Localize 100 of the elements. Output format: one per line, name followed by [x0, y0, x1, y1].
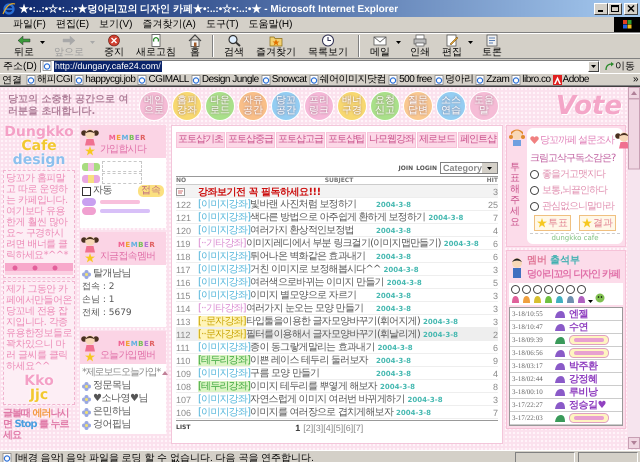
post-title[interactable]: [··기타강좌]이미지레디에서 부분 링크걸기(이미지맵만들기) [198, 237, 441, 250]
post-number: 113 [176, 316, 192, 326]
welcome-text: 당꼬의 소중한 공간으로 여러분을 초대합니다. [8, 94, 130, 118]
post-title[interactable]: [··문자강좌]필터를이용해서 글자모양바꾸기(휘날리게) [198, 328, 420, 341]
home-button[interactable]: 홈 [182, 34, 208, 58]
mood-radio[interactable] [544, 285, 553, 294]
stop-button[interactable]: 중지 [98, 34, 130, 58]
post-title[interactable]: [테두리강좌]이쁜 레이스 테두리 둘러보자 [198, 354, 373, 367]
flag-logo-icon [614, 17, 640, 32]
mood-radio[interactable] [533, 285, 542, 294]
post-title[interactable]: [이미지강좌]이미지 별모양으로 자르기 [198, 289, 373, 302]
maximize-icon [611, 5, 619, 12]
scroll-up-icon[interactable] [162, 371, 168, 375]
post-title[interactable]: [이미지강좌]이미지를 여러장으로 겹치게해보자 [198, 406, 393, 419]
favorite-link[interactable]: 덩아리 [434, 74, 474, 85]
post-title[interactable]: [이미지강좌]빛바랜 사진처럼 보정하기 [198, 198, 373, 211]
post-title[interactable]: [테두리강좌]이미지 테두리를 뿌옇게 해보자 [198, 380, 377, 393]
mood-radio[interactable] [577, 285, 586, 294]
hit-count: 3 [492, 316, 498, 326]
page-link[interactable]: [2] [303, 422, 314, 432]
post-title[interactable]: [이미지강좌]구름 모양 만들기 [198, 367, 373, 380]
radio-button[interactable] [530, 202, 539, 210]
radio-button[interactable] [530, 170, 539, 178]
post-title[interactable]: [이미지강좌]튀어나온 벽화같은 효과내기 [198, 250, 373, 263]
favorite-link[interactable]: Design Jungle [190, 74, 259, 85]
auto-login-checkbox[interactable] [82, 186, 91, 196]
refresh-button[interactable]: 새로고침 [130, 34, 182, 58]
maximize-button[interactable] [608, 2, 622, 14]
radio-button[interactable] [530, 186, 539, 194]
mood-radio[interactable] [555, 285, 564, 294]
favorite-link[interactable]: libro.co [511, 74, 551, 85]
caret-icon [396, 40, 401, 44]
favorite-link[interactable]: 해피CGI [26, 74, 72, 85]
menu-item[interactable]: 도구(T) [200, 18, 244, 31]
minimize-button[interactable] [594, 2, 608, 14]
password-ribbon-icon [82, 174, 100, 182]
page-link[interactable]: [7] [353, 422, 364, 432]
close-button[interactable] [624, 2, 638, 14]
menu-item[interactable]: 편집(E) [50, 18, 94, 31]
caret-icon [487, 166, 492, 170]
post-title[interactable]: [이미지강좌]여러가지 환상적인보정법 [198, 224, 373, 237]
name-graphic [569, 413, 609, 423]
flower-icon [82, 270, 91, 278]
menu-item[interactable]: 보기(V) [94, 18, 138, 31]
post-title[interactable]: [이미지강좌]거친 이미지로 보정해봅시다^^ [198, 263, 381, 276]
mood-radio[interactable] [522, 285, 531, 294]
post-title[interactable]: [이미지강좌]종이 동그랗게말리는 효과내기 [198, 341, 375, 354]
member-name[interactable]: 탈개남님 [93, 268, 131, 280]
address-field[interactable]: http://dungary.cafe24.com/ [40, 60, 600, 72]
search-button[interactable]: 검색 [218, 34, 250, 58]
favorite-link[interactable]: happycgi.job [74, 74, 136, 85]
notice-title: 강좌보기전 꼭 필독하세요!!! [198, 186, 322, 199]
more-links-button[interactable]: » [632, 74, 638, 85]
stat-text: 전체 : 5679 [82, 307, 133, 319]
password-field[interactable] [102, 173, 142, 184]
favorite-link[interactable]: 500 free [388, 74, 432, 85]
id-field[interactable] [102, 161, 142, 172]
page-link[interactable]: 1 [295, 422, 300, 432]
category-select[interactable]: Category [440, 162, 498, 174]
menu-item[interactable]: 즐겨찾기(A) [137, 18, 201, 31]
print-button[interactable]: 인쇄 [404, 34, 436, 58]
mood-radio[interactable] [566, 285, 575, 294]
favorite-link[interactable]: CGIMALL [137, 74, 189, 85]
menu-item[interactable]: 도움말(H) [244, 18, 298, 31]
go-button[interactable]: 이동 [603, 59, 637, 73]
favorite-link[interactable]: Zzam [475, 74, 510, 85]
post-number: 117 [176, 264, 192, 274]
notice-icon [176, 188, 185, 196]
left-arrow-icon [17, 34, 31, 47]
favorites-button[interactable]: 즐겨찾기 [250, 34, 302, 58]
notice-row[interactable]: 강좌보기전 꼭 필독하세요!!! 3 [176, 185, 498, 198]
favorite-link[interactable]: Snowcat [260, 74, 307, 85]
caret-icon [468, 40, 473, 44]
discuss-button[interactable]: 토론 [476, 34, 508, 58]
member-name[interactable]: 은민하님 [93, 406, 131, 418]
member-name[interactable]: ♥소나영♥님 [93, 393, 148, 405]
menu-item[interactable]: 파일(F) [8, 18, 51, 31]
dropdown-button[interactable] [588, 60, 599, 72]
page-icon [42, 61, 52, 71]
post-number: 108 [176, 382, 192, 392]
dropdown-button[interactable] [588, 300, 593, 303]
mail-button[interactable]: 메일 [364, 34, 396, 58]
post-title[interactable]: [이미지강좌]여러색으로바뀌는 이미지 만들기 [198, 276, 384, 289]
post-title[interactable]: [이미지강좌]자연스럽게 이미지 여러번 바뀌게하기 [198, 393, 405, 406]
favorite-link[interactable]: Adobe [552, 74, 589, 85]
page-link[interactable]: [5] [333, 422, 344, 432]
page-link[interactable]: [4] [323, 422, 334, 432]
post-title[interactable]: [··기타강좌]여러가지 눈오는 모양 만들기 [198, 302, 373, 315]
member-name[interactable]: 정문목님 [93, 380, 131, 392]
post-title[interactable]: [··문자강좌]타입툴을이용한 글자모양바꾸기(휘어지게) [198, 315, 420, 328]
mood-radio[interactable] [511, 285, 520, 294]
history-button[interactable]: 목록보기 [302, 34, 354, 58]
page-link[interactable]: [3] [313, 422, 324, 432]
member-name[interactable]: 겅어핍님 [93, 419, 131, 431]
edit-button[interactable]: 편집 [436, 34, 468, 58]
page-link[interactable]: [6] [343, 422, 354, 432]
star-folder-icon [269, 34, 283, 47]
post-title[interactable]: [이미지강좌]색다른 방법으로 아주쉽게 환하게 보정하기 [198, 211, 426, 224]
favorite-link[interactable]: 쉐어이미지닷컴 [308, 74, 386, 85]
back-button[interactable]: 뒤로 [8, 34, 40, 58]
